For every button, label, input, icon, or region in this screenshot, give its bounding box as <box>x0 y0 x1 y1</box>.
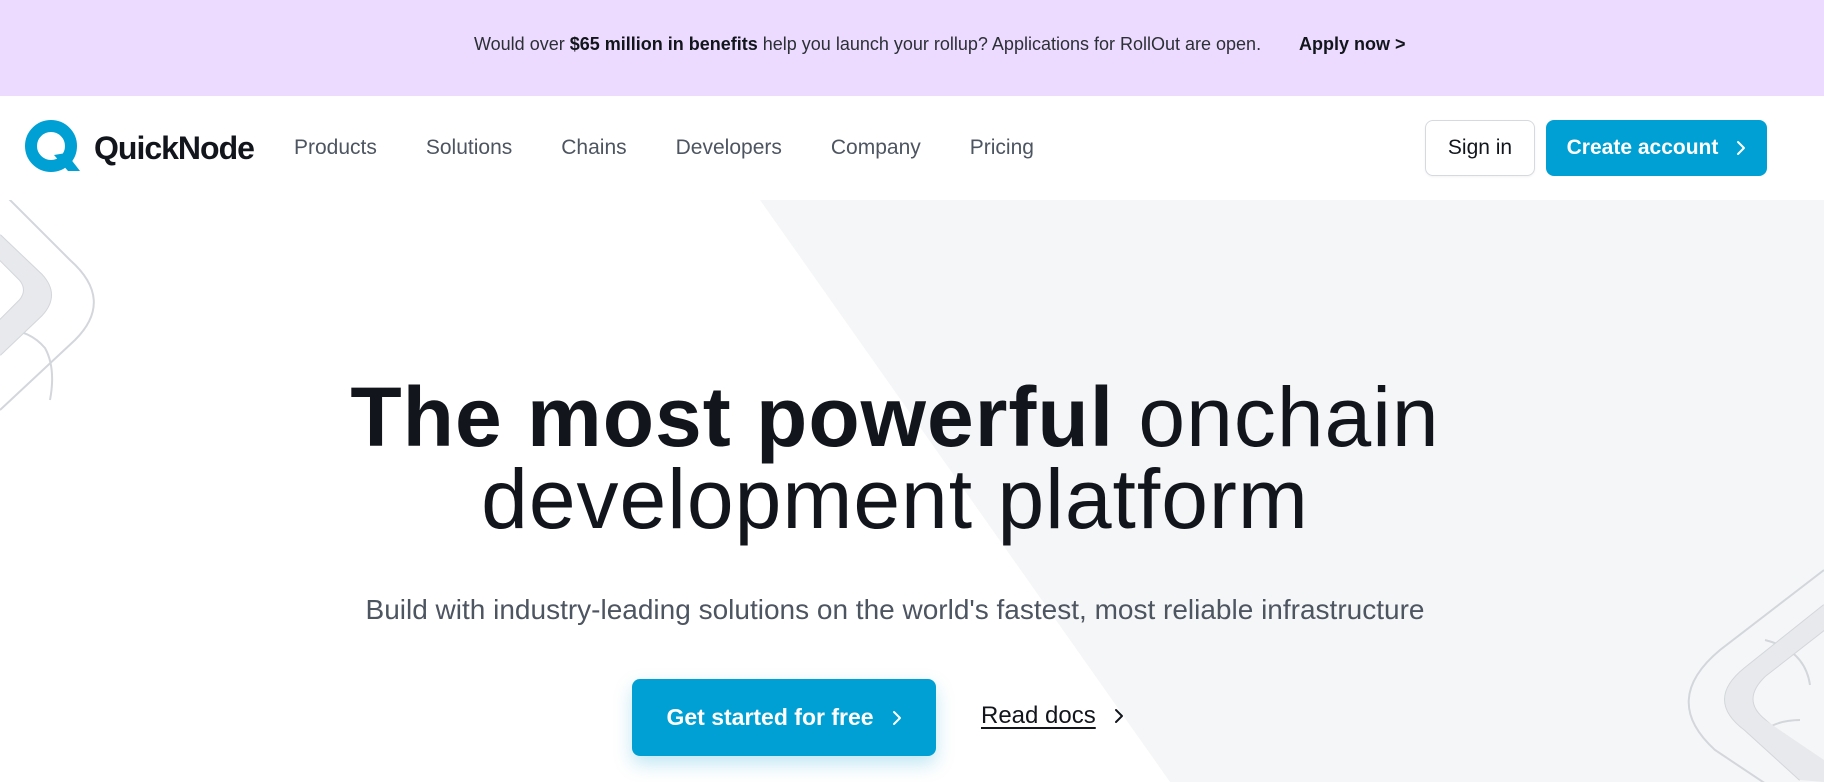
sign-in-button[interactable]: Sign in <box>1425 120 1535 176</box>
get-started-label: Get started for free <box>666 704 874 730</box>
read-docs-link[interactable]: Read docs <box>981 702 1124 730</box>
hero-section: The most powerful onchain development pl… <box>0 200 1824 782</box>
banner-text-before: Would over <box>474 34 570 54</box>
banner-text-after: help you launch your rollup? Application… <box>757 34 1262 54</box>
hero-title-light-2: development platform <box>481 452 1309 546</box>
chevron-right-icon <box>892 710 902 726</box>
hero-title-strong: The most powerful <box>350 370 1115 464</box>
nav-link-pricing[interactable]: Pricing <box>970 136 1034 160</box>
banner-message: Would over $65 million in benefits help … <box>474 34 1261 55</box>
chevron-right-icon <box>1736 140 1746 156</box>
quicknode-logo[interactable]: QuickNode <box>24 119 255 177</box>
banner-text-bold: $65 million in benefits <box>569 34 758 54</box>
hero-title: The most powerful onchain development pl… <box>0 375 1790 541</box>
top-navigation: QuickNode Products Solutions Chains Deve… <box>0 96 1824 200</box>
nav-link-products[interactable]: Products <box>294 136 377 160</box>
nav-link-chains[interactable]: Chains <box>561 136 626 160</box>
create-account-button[interactable]: Create account <box>1546 120 1767 176</box>
nav-link-solutions[interactable]: Solutions <box>426 136 512 160</box>
logo-wordmark: QuickNode <box>94 129 255 166</box>
read-docs-label: Read docs <box>981 702 1096 729</box>
sign-in-label: Sign in <box>1447 136 1513 159</box>
announcement-banner: Would over $65 million in benefits help … <box>0 0 1824 96</box>
chevron-right-icon <box>1114 708 1124 724</box>
create-account-label: Create account <box>1566 136 1719 159</box>
nav-links: Products Solutions Chains Developers Com… <box>294 136 1083 160</box>
quicknode-q-logo-icon <box>25 120 80 172</box>
nav-link-company[interactable]: Company <box>831 136 921 160</box>
apply-now-link[interactable]: Apply now > <box>1299 34 1406 55</box>
hero-subtitle: Build with industry-leading solutions on… <box>365 594 1425 625</box>
nav-link-developers[interactable]: Developers <box>676 136 782 160</box>
get-started-button[interactable]: Get started for free <box>632 679 936 756</box>
hero-title-light-1: onchain <box>1114 370 1440 464</box>
